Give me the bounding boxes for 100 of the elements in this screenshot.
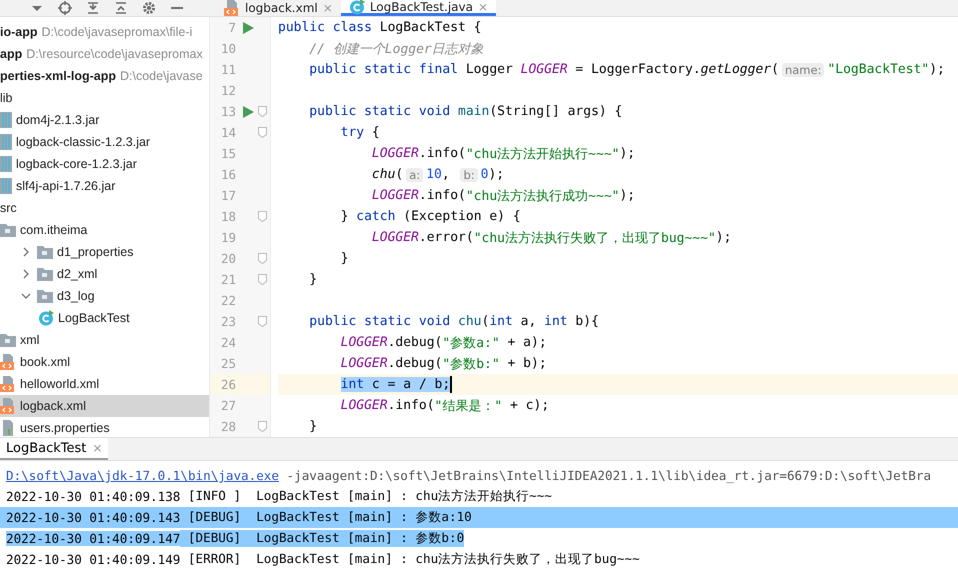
fold-marker-icon[interactable] [258,274,267,285]
code-token: 10 [426,167,442,182]
expand-all-icon[interactable] [86,1,100,15]
code-token: LOGGER [370,188,419,203]
code-token: .info( [418,146,466,161]
java-path-link[interactable]: D:\soft\Java\jdk-17.0.1\bin\java.exe [6,468,279,483]
code-token: int [544,314,568,329]
folder-icon [37,245,53,259]
code-token: "参数b:" [442,356,500,372]
log-timestamp: 2022-10-30 01:40:09.138 [6,489,180,504]
run-icon[interactable] [242,22,254,34]
folder-icon [37,267,53,281]
console-tab[interactable]: LogBackTest × [0,438,108,460]
collapse-all-icon[interactable] [114,1,128,15]
code-token: int [340,377,364,392]
code-token: { [370,125,380,140]
fold-marker-icon[interactable] [258,106,267,117]
tree-item[interactable]: xml [0,329,209,351]
line-number: 22 [220,293,236,308]
code-token: public static void [308,314,452,329]
fold-marker-icon[interactable] [258,211,267,222]
code-token: LOGGER [340,335,388,350]
code-token: main [458,104,490,119]
code-token: } [308,272,318,287]
log-timestamp: 2022-10-30 01:40:09.149 [6,552,180,567]
code-token: = LoggerFactory. [574,62,701,77]
code-token: ); [488,167,504,182]
code-token: public static final [308,62,458,77]
code-token: ); [929,62,945,77]
code-token: public class [278,20,373,35]
jar-file-icon [0,178,12,194]
tree-item[interactable]: d3_log [0,285,209,307]
settings-icon[interactable] [142,1,156,15]
tree-item[interactable]: logback-core-1.2.3.jar [0,153,209,175]
tree-item[interactable]: com.itheima [0,219,209,241]
code-token: "chu法方法执行失败了，出现了bug~~~" [474,230,716,246]
code-token: catch [356,209,396,224]
tree-item[interactable]: users.properties [0,417,209,437]
code-token: ( [771,62,779,77]
line-number: 7 [227,20,236,35]
run-icon[interactable] [242,106,254,118]
code-token: a, [520,314,538,329]
code-token: public static void [308,104,452,119]
code-token: + a); [506,335,547,350]
tree-item[interactable]: dom4j-2.1.3.jar [0,109,209,131]
code-token: // 创建一个Logger日志对象 [308,40,484,58]
code-token: c = a / b; [370,377,450,392]
code-token: ( [395,167,404,182]
log-message: [DEBUG] LogBackTest [main] : 参数b:0 [180,530,464,547]
tree-item[interactable]: io-app D:\code\javasepromax\file-i [0,21,209,43]
line-number: 12 [220,83,236,98]
line-number: 15 [220,146,236,161]
code-token: } [308,419,318,434]
line-number: 13 [220,104,236,119]
jar-file-icon [0,112,12,128]
code-token: "chu法方法开始执行~~~" [466,146,620,162]
code-token: int [489,314,513,329]
parameter-hint: name: [782,62,824,76]
fold-marker-icon[interactable] [258,316,267,327]
tree-item[interactable]: helloworld.xml [0,373,209,395]
line-number: 23 [220,314,236,329]
fold-marker-icon[interactable] [258,253,267,264]
module-path: D:\resource\code\javasepromax [26,47,203,61]
code-token: LOGGER [340,356,388,371]
tree-item[interactable]: src [0,197,209,219]
line-number: 25 [220,356,236,371]
code-token: .info( [418,188,466,203]
line-number: 20 [220,251,236,266]
code-token: .info( [388,398,435,413]
tree-item[interactable]: LogBackTest [0,307,209,329]
line-number: 10 [220,41,236,56]
line-number: 27 [220,398,236,413]
tree-item[interactable]: slf4j-api-1.7.26.jar [0,175,209,197]
line-number: 19 [220,230,236,245]
parameter-hint: b: [460,168,478,182]
tree-item[interactable]: logback-classic-1.2.3.jar [0,131,209,153]
tree-item[interactable]: d2_xml [0,263,209,285]
code-token: , [442,167,451,182]
crosshair-icon[interactable] [58,1,72,15]
line-number: 26 [220,377,236,392]
code-token: "参数a:" [442,334,500,352]
tree-item[interactable]: perties-xml-log-app D:\code\javase [0,65,209,87]
tree-item[interactable]: d1_properties [0,241,209,263]
module-path: D:\code\javasepromax\file-i [42,25,192,39]
log-timestamp: 2022-10-30 01:40:09.147 [6,531,180,546]
code-token: "LogBackTest" [827,62,930,77]
tree-item[interactable]: book.xml [0,351,209,373]
editor-tab[interactable]: LogBackTest.java × [340,0,496,16]
jar-file-icon [0,156,12,172]
fold-marker-icon[interactable] [258,421,267,432]
code-token: "结果是：" [434,398,502,414]
tree-item[interactable]: logback.xml [0,395,209,417]
code-token: } [340,209,350,224]
fold-marker-icon[interactable] [258,127,267,138]
editor-tab[interactable]: logback.xml × [216,0,341,16]
log-timestamp: 2022-10-30 01:40:09.143 [6,510,180,525]
tree-item[interactable]: app D:\resource\code\javasepromax [0,43,209,65]
properties-file-icon [0,420,16,436]
code-token: "chu法方法执行成功~~~" [466,188,620,204]
tree-item[interactable]: lib [0,87,209,109]
